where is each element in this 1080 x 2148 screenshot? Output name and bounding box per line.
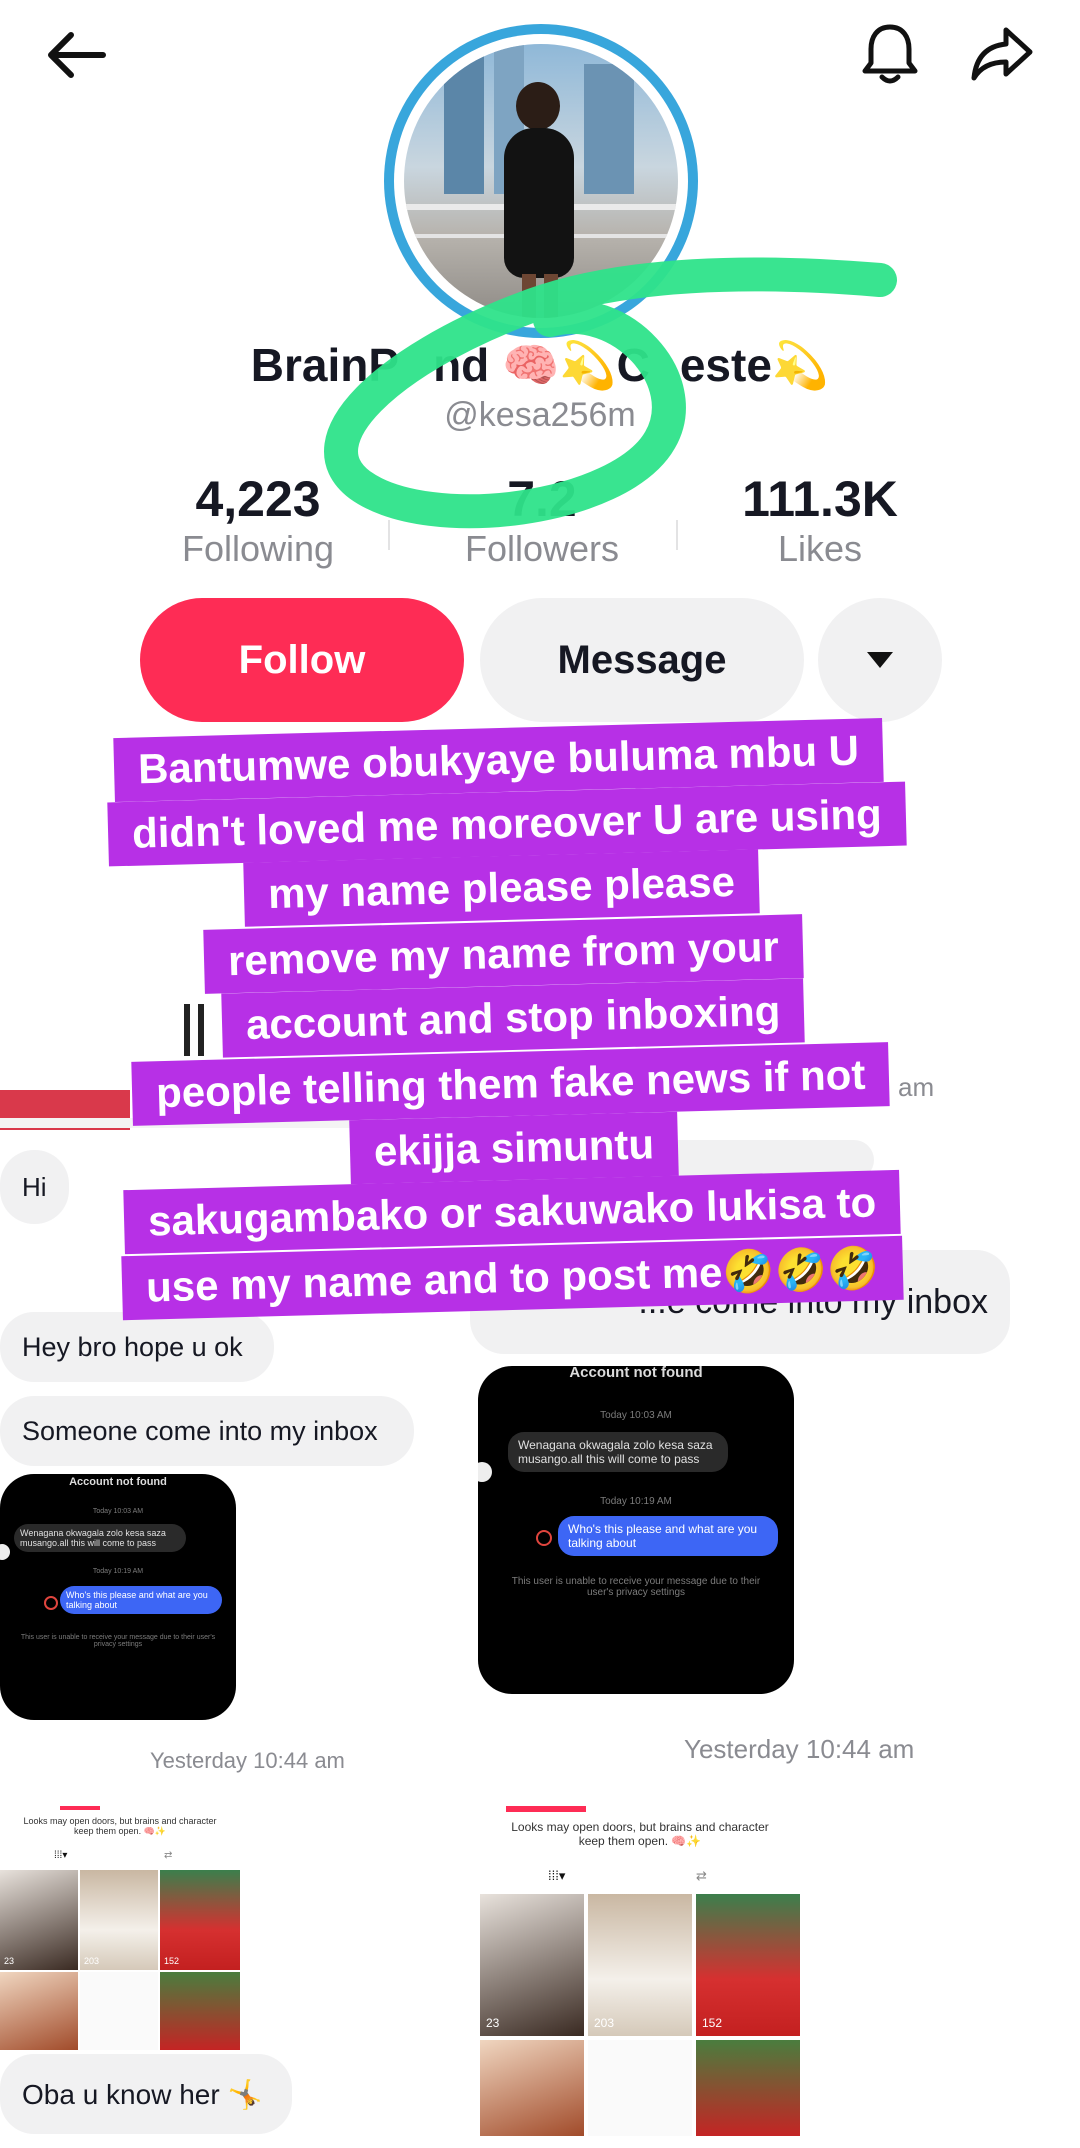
bio-text: Looks may open doors, but brains and cha… (511, 1820, 769, 1848)
timestamp: Yesterday 10:44 am (150, 1748, 345, 1773)
green-scribble-annotation (324, 257, 897, 529)
message-button[interactable]: Message (480, 598, 804, 722)
likes-label: Likes (777, 528, 863, 569)
video-thumbnail[interactable] (160, 1972, 240, 2050)
chat-text: Hi (22, 1171, 47, 1202)
dm-sent-message: Who's this please and what are you talki… (60, 1586, 222, 1614)
profile-screenshot-left[interactable]: Looks may open doors, but brains and cha… (0, 1806, 240, 2050)
dm-time: Today 10:19 AM (600, 1496, 672, 1507)
repost-icon: ⇄ (164, 1850, 173, 1861)
dm-notice: This user is unable to receive your mess… (511, 1576, 761, 1598)
video-thumbnail[interactable]: 203 (80, 1870, 158, 1970)
followers-label: Followers (464, 528, 620, 569)
avatar (478, 1462, 492, 1482)
video-thumbnail[interactable]: 152 (160, 1870, 240, 1970)
chat-text: Someone come into my inbox (22, 1415, 378, 1446)
drag-handle-icon[interactable] (182, 1004, 206, 1056)
view-count: 23 (4, 1956, 15, 1966)
video-thumbnail[interactable]: 23 (480, 1894, 584, 2036)
video-thumbnail[interactable] (588, 2040, 692, 2136)
chat-bubble-hi: Hi (0, 1150, 69, 1224)
dm-screenshot-left[interactable]: Account not found Today 10:03 AM Wenagan… (0, 1474, 236, 1720)
chat-text: Hey bro hope u ok (22, 1331, 243, 1362)
chat-bubble: Someone come into my inbox (0, 1396, 414, 1466)
view-count: 203 (594, 2016, 615, 2030)
more-options-button[interactable] (818, 598, 942, 722)
view-count: 152 (702, 2016, 723, 2030)
dm-sent-message: Who's this please and what are you talki… (558, 1516, 778, 1556)
video-thumbnail[interactable] (480, 2040, 584, 2136)
chat-text: Oba u know her 🤸 (22, 2078, 263, 2110)
back-button[interactable] (36, 20, 116, 90)
timestamp-partial: am (898, 1072, 935, 1102)
repost-icon: ⇄ (696, 1868, 707, 1883)
profile-screenshot-right[interactable]: Looks may open doors, but brains and cha… (480, 1806, 800, 2136)
video-thumbnail[interactable] (0, 1972, 78, 2050)
view-count: 152 (164, 1956, 180, 1966)
notification-button[interactable] (850, 14, 930, 94)
dm-notice: This user is unable to receive your mess… (20, 1634, 216, 1648)
share-icon (971, 27, 1033, 81)
video-thumbnail[interactable]: 203 (588, 1894, 692, 2036)
grid-icon: ⁞⁞⁞▾ (54, 1850, 68, 1861)
back-arrow-icon (48, 32, 106, 78)
caption-line: my name please please (243, 849, 760, 927)
video-thumbnail[interactable]: 23 (0, 1870, 78, 1970)
dm-received-message: Wenagana okwagala zolo kesa saza musango… (14, 1524, 186, 1552)
caret-down-icon (867, 652, 893, 668)
timestamp: Yesterday 10:44 am (684, 1734, 915, 1764)
grid-icon: ⁞⁞⁞▾ (548, 1868, 566, 1883)
view-count: 23 (486, 2016, 500, 2030)
dm-title: Account not found (69, 1476, 167, 1488)
bell-icon (862, 24, 918, 84)
view-count: 203 (84, 1956, 100, 1966)
chat-bubble: Oba u know her 🤸 (0, 2054, 292, 2134)
video-thumbnail[interactable]: 152 (696, 1894, 800, 2036)
dm-time: Today 10:03 AM (600, 1410, 672, 1421)
dm-screenshot-right[interactable]: Account not found Today 10:03 AM Wenagan… (478, 1366, 794, 1694)
error-icon (44, 1596, 58, 1610)
caption-line: ekijja simuntu (349, 1111, 679, 1185)
dm-received-message: Wenagana okwagala zolo kesa saza musango… (508, 1432, 728, 1472)
error-icon (536, 1530, 552, 1546)
dm-title: Account not found (569, 1366, 703, 1381)
chat-bubble: Hey bro hope u ok (0, 1312, 274, 1382)
avatar (0, 1544, 10, 1560)
dm-time: Today 10:19 AM (92, 1568, 144, 1575)
video-thumbnail[interactable] (696, 2040, 800, 2136)
bio-text: Looks may open doors, but brains and cha… (23, 1816, 217, 1836)
video-thumbnail[interactable] (80, 1972, 158, 2050)
following-label: Following (181, 528, 335, 569)
share-button[interactable] (960, 18, 1044, 90)
follow-button[interactable]: Follow (140, 598, 464, 722)
dm-time: Today 10:03 AM (92, 1508, 144, 1515)
